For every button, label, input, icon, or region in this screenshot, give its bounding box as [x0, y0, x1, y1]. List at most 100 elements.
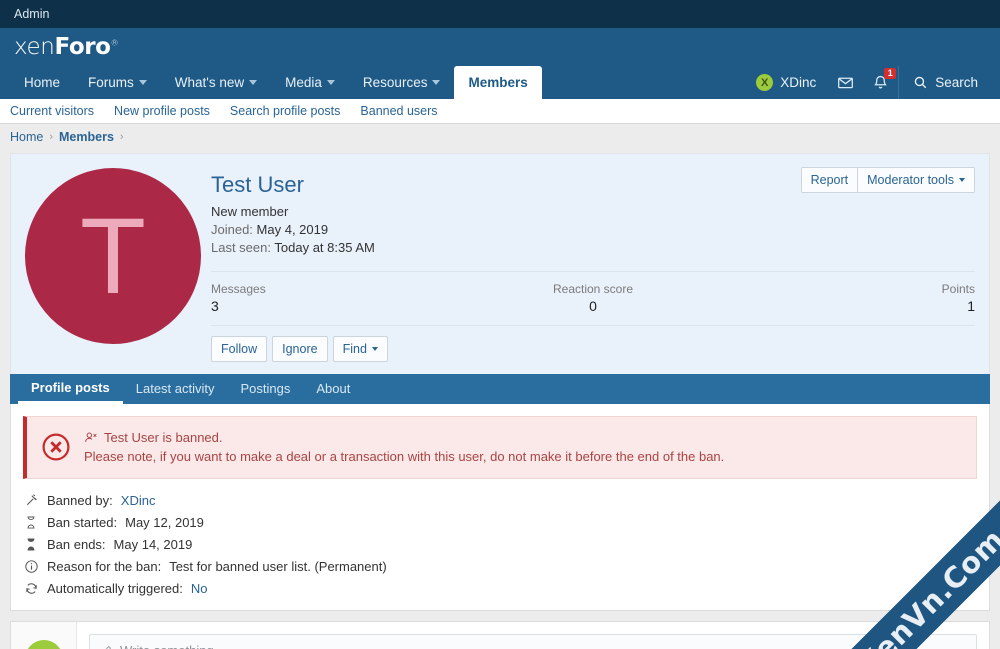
nav-user-area: X XDinc 1	[744, 66, 990, 99]
chevron-down-icon	[432, 80, 440, 85]
nav-item-label: Media	[285, 75, 322, 90]
tab-postings[interactable]: Postings	[228, 374, 304, 404]
ban-detail-ban-started: Ban started: May 12, 2019	[23, 515, 977, 530]
ban-detail-value[interactable]: XDinc	[121, 493, 156, 508]
chevron-down-icon	[372, 347, 378, 351]
stat-messages: Messages 3	[211, 282, 466, 314]
nav-item-label: Forums	[88, 75, 134, 90]
user-rank: New member	[211, 204, 975, 219]
report-button[interactable]: Report	[801, 167, 859, 193]
stat-value: 0	[466, 298, 721, 314]
avatar: X	[25, 640, 63, 649]
subnav-item-banned-users[interactable]: Banned users	[360, 104, 437, 118]
stat-label: Messages	[211, 282, 466, 296]
nav-item-media[interactable]: Media	[271, 66, 349, 99]
nav-item-label: What's new	[175, 75, 244, 90]
chevron-right-icon: ›	[49, 131, 53, 143]
profile-post-composer: X Write something...	[10, 621, 990, 649]
ban-detail-label: Automatically triggered:	[47, 581, 183, 596]
ban-detail-label: Ban started:	[47, 515, 117, 530]
write-something-placeholder: Write something...	[120, 643, 225, 649]
nav-items: Home Forums What's new Media Resources M…	[10, 66, 542, 99]
page-root: Admin xenForo® Home Forums What's new Me…	[0, 0, 1000, 649]
ban-alert-headline: Test User is banned.	[104, 428, 223, 448]
profile-action-buttons: Follow Ignore Find	[211, 325, 975, 374]
ban-detail-label: Banned by:	[47, 493, 113, 508]
sync-icon	[23, 581, 39, 596]
tab-label: About	[316, 381, 350, 396]
profile-details: Test User New member Joined: May 4, 2019…	[211, 166, 975, 374]
nav-item-whats-new[interactable]: What's new	[161, 66, 271, 99]
moderation-button-group: Report Moderator tools	[801, 167, 975, 193]
ban-alert-line-2: Please note, if you want to make a deal …	[84, 447, 724, 467]
last-seen-label: Last seen:	[211, 240, 271, 255]
chevron-down-icon	[139, 80, 147, 85]
search-label: Search	[935, 75, 978, 90]
ban-alert: Test User is banned. Please note, if you…	[23, 416, 977, 479]
stat-label: Reaction score	[466, 282, 721, 296]
search-button[interactable]: Search	[898, 66, 990, 99]
ban-detail-value: Test for banned user list. (Permanent)	[169, 559, 387, 574]
visitor-menu[interactable]: X XDinc	[744, 66, 828, 99]
chevron-down-icon	[249, 80, 257, 85]
ban-detail-reason: Reason for the ban: Test for banned user…	[23, 559, 977, 574]
gavel-icon	[23, 493, 39, 508]
nav-item-forums[interactable]: Forums	[74, 66, 161, 99]
stat-value: 3	[211, 298, 466, 314]
subnav-item-new-profile-posts[interactable]: New profile posts	[114, 104, 210, 118]
tab-about[interactable]: About	[303, 374, 363, 404]
chevron-down-icon	[327, 80, 335, 85]
moderator-tools-label: Moderator tools	[867, 172, 954, 188]
find-button[interactable]: Find	[333, 336, 388, 362]
breadcrumb-item-members[interactable]: Members	[59, 130, 114, 144]
stat-reaction-score: Reaction score 0	[466, 282, 721, 314]
subnav-item-search-profile-posts[interactable]: Search profile posts	[230, 104, 340, 118]
logo-light: xen	[14, 34, 54, 60]
ban-detail-label: Reason for the ban:	[47, 559, 161, 574]
subnav-item-current-visitors[interactable]: Current visitors	[10, 104, 94, 118]
ban-alert-line-1: Test User is banned.	[84, 428, 724, 448]
breadcrumb: Home › Members ›	[0, 124, 1000, 150]
tab-content-panel: Test User is banned. Please note, if you…	[10, 404, 990, 611]
write-something-input[interactable]: Write something...	[89, 634, 977, 649]
site-logo[interactable]: xenForo®	[14, 34, 118, 60]
main-navigation: Home Forums What's new Media Resources M…	[0, 66, 1000, 99]
moderator-tools-button[interactable]: Moderator tools	[857, 167, 975, 193]
profile-header-card: T Report Moderator tools Test User New m…	[10, 153, 990, 374]
search-icon	[913, 75, 928, 90]
tab-latest-activity[interactable]: Latest activity	[123, 374, 228, 404]
hourglass-end-icon	[23, 537, 39, 552]
admin-link[interactable]: Admin	[14, 7, 49, 21]
nav-item-home[interactable]: Home	[10, 66, 74, 99]
tab-profile-posts[interactable]: Profile posts	[18, 374, 123, 404]
stat-label: Points	[720, 282, 975, 296]
composer-avatar-cell: X	[11, 622, 77, 649]
ignore-button[interactable]: Ignore	[272, 336, 327, 362]
chevron-down-icon	[959, 178, 965, 182]
nav-item-label: Resources	[363, 75, 428, 90]
tab-label: Postings	[241, 381, 291, 396]
chevron-right-icon: ›	[120, 131, 124, 143]
hourglass-start-icon	[23, 515, 39, 530]
ban-detail-ban-ends: Ban ends: May 14, 2019	[23, 537, 977, 552]
ban-detail-value: May 12, 2019	[125, 515, 204, 530]
breadcrumb-item-home[interactable]: Home	[10, 130, 43, 144]
nav-item-label: Home	[24, 75, 60, 90]
composer-input-cell: Write something...	[77, 622, 989, 649]
nav-item-resources[interactable]: Resources	[349, 66, 455, 99]
alerts-button[interactable]: 1	[863, 66, 898, 99]
info-circle-icon	[23, 559, 39, 574]
ban-detail-value[interactable]: No	[191, 581, 208, 596]
ban-alert-text: Test User is banned. Please note, if you…	[84, 428, 724, 467]
status-badge: 1	[884, 68, 896, 79]
ban-detail-label: Ban ends:	[47, 537, 106, 552]
visitor-name: XDinc	[780, 75, 816, 90]
find-button-label: Find	[343, 341, 367, 357]
ban-detail-banned-by: Banned by: XDinc	[23, 493, 977, 508]
inbox-button[interactable]	[828, 66, 863, 99]
follow-button[interactable]: Follow	[211, 336, 267, 362]
avatar[interactable]: T	[25, 168, 201, 344]
tab-label: Profile posts	[31, 380, 110, 395]
ban-details-list: Banned by: XDinc Ban started: May 12, 20…	[23, 493, 977, 596]
nav-item-members[interactable]: Members	[454, 66, 541, 99]
